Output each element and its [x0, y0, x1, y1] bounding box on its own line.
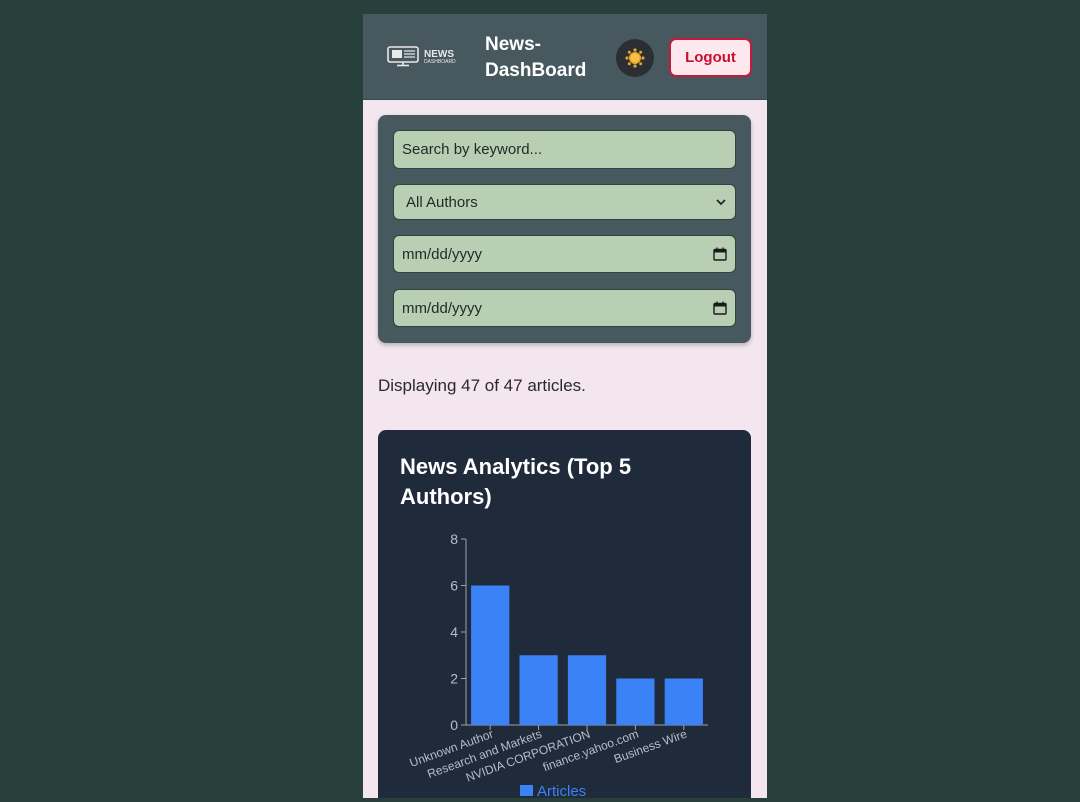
- y-tick-label: 0: [450, 717, 458, 733]
- bar-chart: 02468Unknown AuthorResearch and MarketsN…: [408, 531, 708, 798]
- y-tick-label: 2: [450, 671, 458, 687]
- calendar-icon[interactable]: [713, 301, 727, 315]
- app-viewport: NEWS DASHBOARD News-DashBoard Logout Sea…: [363, 14, 767, 798]
- bar[interactable]: [616, 678, 655, 726]
- date-to-placeholder: mm/dd/yyyy: [402, 299, 483, 317]
- bar[interactable]: [471, 585, 510, 726]
- y-tick-label: 6: [450, 578, 458, 594]
- brand-title: News-DashBoard: [485, 34, 587, 81]
- calendar-icon[interactable]: [713, 247, 727, 261]
- logout-button[interactable]: Logout: [669, 38, 752, 77]
- search-input[interactable]: Search by keyword...: [393, 130, 736, 169]
- article-count-text: Displaying 47 of 47 articles.: [378, 376, 586, 395]
- date-from-input[interactable]: mm/dd/yyyy: [393, 235, 736, 273]
- author-select[interactable]: All Authors: [393, 184, 736, 220]
- logo-text-dashboard: DASHBOARD: [424, 59, 456, 65]
- search-placeholder: Search by keyword...: [402, 141, 543, 158]
- analytics-card: News Analytics (Top 5 Authors) 0 2 4 6 8 Unkn…: [378, 430, 751, 798]
- sun-icon: [625, 48, 645, 68]
- news-dashboard-logo: NEWS DASHBOARD: [387, 46, 456, 67]
- y-tick-label: 8: [450, 531, 458, 547]
- legend-label: Articles: [537, 783, 586, 798]
- bar[interactable]: [519, 655, 558, 725]
- bar[interactable]: [567, 655, 607, 725]
- filters-panel: Search by keyword... All Authors mm/dd/y…: [378, 115, 751, 343]
- bar[interactable]: [664, 678, 703, 726]
- y-tick-label: 4: [450, 624, 458, 640]
- date-from-placeholder: mm/dd/yyyy: [402, 245, 483, 263]
- chevron-down-icon: [716, 199, 726, 206]
- theme-toggle-button[interactable]: [616, 39, 654, 77]
- legend-swatch: [520, 785, 533, 796]
- author-selected-value: All Authors: [406, 193, 478, 211]
- date-to-input[interactable]: mm/dd/yyyy: [393, 289, 736, 327]
- app-header: NEWS DASHBOARD News-DashBoard Logout: [363, 14, 767, 100]
